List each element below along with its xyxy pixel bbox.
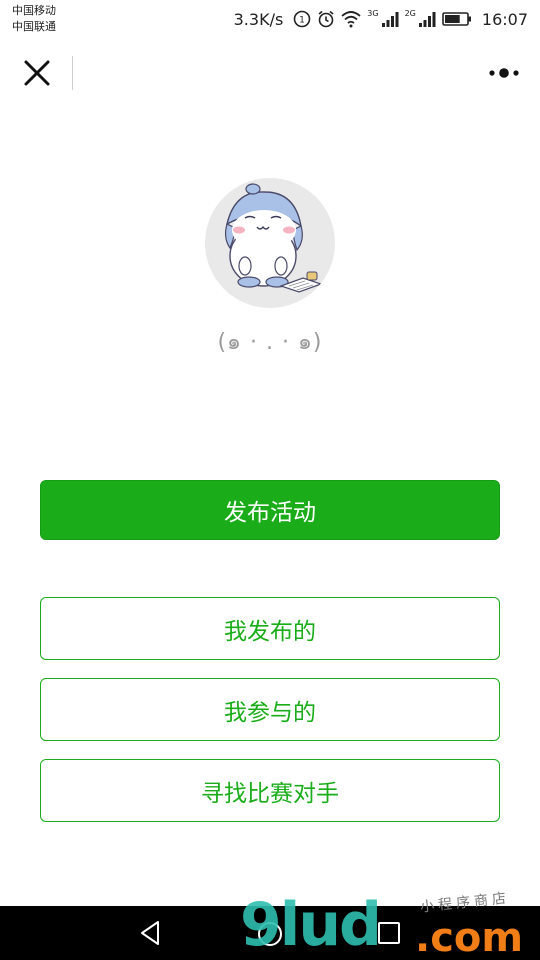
signal-icon: [381, 12, 399, 27]
system-navigation-bar: [0, 906, 540, 960]
net-type-2: 2G: [404, 8, 416, 18]
publish-activity-button[interactable]: 发布活动: [40, 480, 500, 540]
hd-call-icon: 1: [293, 10, 311, 28]
net-type-1: 3G: [367, 8, 379, 18]
navigation-bar: [0, 38, 540, 110]
signal-icon: [418, 12, 436, 27]
svg-text:1: 1: [299, 16, 305, 26]
battery-icon: [442, 12, 471, 26]
carrier-labels: 中国移动 中国联通: [12, 3, 56, 35]
avatar[interactable]: [205, 178, 335, 308]
clock: 16:07: [481, 9, 528, 29]
wifi-icon: [341, 11, 361, 28]
recent-apps-icon[interactable]: [376, 920, 402, 946]
back-icon[interactable]: [136, 918, 166, 948]
find-opponent-button[interactable]: 寻找比赛对手: [40, 759, 500, 822]
home-icon[interactable]: [256, 920, 284, 948]
profile-emoticon: (๑ · . · ๑): [217, 330, 323, 355]
nav-divider: [72, 56, 73, 90]
my-joined-button[interactable]: 我参与的: [40, 678, 500, 741]
close-icon[interactable]: [20, 56, 54, 90]
status-bar: 中国移动 中国联通 3.3K/s 1 3G 2G 16:07: [0, 0, 540, 38]
cartoon-hamster-avatar: [224, 183, 323, 293]
carrier-2: 中国联通: [12, 20, 56, 33]
more-dots-icon[interactable]: [486, 58, 522, 88]
net-speed: 3.3K/s: [233, 9, 284, 29]
carrier-1: 中国移动: [12, 4, 56, 17]
alarm-icon: [318, 10, 334, 28]
status-indicators: 3.3K/s 1 3G 2G 16:07: [234, 8, 528, 30]
my-published-button[interactable]: 我发布的: [40, 597, 500, 660]
